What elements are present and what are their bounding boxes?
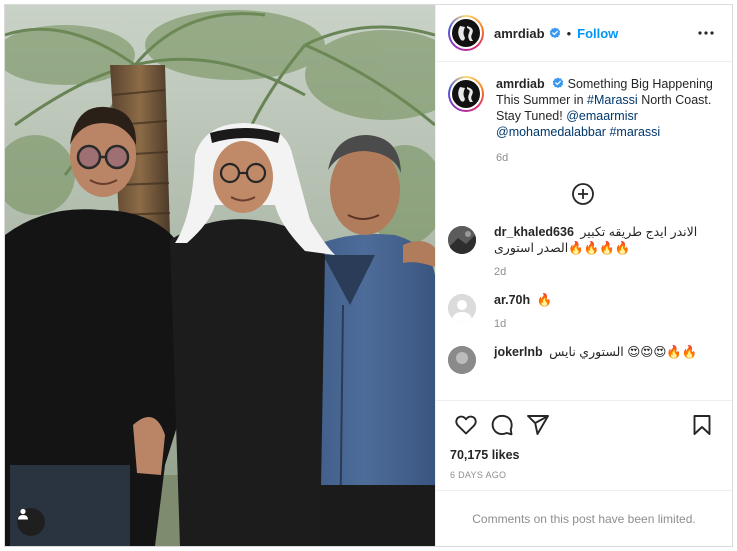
follow-button[interactable]: Follow [577, 26, 618, 41]
photo-illustration [5, 5, 435, 546]
heart-icon [455, 415, 477, 434]
more-options-button[interactable] [694, 21, 718, 45]
instagram-post-modal: amrdiab • Follow amrdiab Something Big H… [4, 4, 733, 547]
default-avatar-icon [448, 294, 476, 322]
comments-limited-notice: Comments on this post have been limited. [436, 490, 732, 546]
share-icon [527, 414, 549, 435]
scroll-fade [436, 390, 732, 400]
comment-age[interactable]: 1d [494, 318, 552, 330]
comment-button[interactable] [484, 407, 520, 443]
caption-username[interactable]: amrdiab [496, 77, 545, 91]
caption-age[interactable]: 6d [496, 150, 718, 166]
save-button[interactable] [684, 407, 720, 443]
separator-dot: • [566, 25, 572, 41]
author-logo-icon [458, 87, 473, 102]
post-photo[interactable] [5, 5, 435, 546]
commenter-username[interactable]: ar.70h [494, 293, 530, 307]
share-button[interactable] [520, 407, 556, 443]
commenter-avatar[interactable] [448, 346, 476, 374]
plus-circle-icon [572, 183, 594, 205]
post-header: amrdiab • Follow [436, 5, 732, 62]
post-time[interactable]: 6 DAYS AGO [436, 468, 732, 490]
author-avatar[interactable] [448, 15, 484, 51]
verified-badge-icon [552, 77, 564, 89]
hashtag-link[interactable]: #marassi [609, 125, 660, 139]
comment-text: 🔥 [536, 293, 553, 307]
load-more-comments [448, 182, 718, 206]
comments-section[interactable]: amrdiab Something Big Happening This Sum… [436, 62, 732, 400]
hashtag-link[interactable]: #Marassi [587, 93, 638, 107]
likes-count[interactable]: 70,175 likes [436, 448, 732, 468]
caption-body: amrdiab Something Big Happening This Sum… [496, 76, 718, 166]
user-tag-icon [18, 508, 28, 520]
comment-item: jokerlnb الستوري نايس 😍😍😍🔥🔥 [448, 344, 718, 374]
user-tag-button[interactable] [17, 508, 45, 536]
author-logo-icon [458, 26, 473, 41]
author-username[interactable]: amrdiab [494, 26, 545, 41]
mention-link[interactable]: @emaarmisr [566, 109, 638, 123]
commenter-avatar[interactable] [448, 226, 476, 254]
commenter-username[interactable]: jokerlnb [494, 345, 543, 359]
commenter-photo [448, 346, 476, 374]
comment-item: ar.70h 🔥 1d [448, 292, 718, 330]
bookmark-icon [693, 414, 711, 435]
comment-text: الستوري نايس 😍😍😍🔥🔥 [549, 345, 698, 359]
commenter-avatar[interactable] [448, 294, 476, 322]
action-bar [436, 400, 732, 448]
more-options-icon [698, 31, 714, 35]
comment-item: dr_khaled636 الاندر ايدج طريقه تكبير الص… [448, 224, 718, 278]
comment-icon [491, 414, 513, 435]
commenter-photo [448, 226, 476, 254]
commenter-username[interactable]: dr_khaled636 [494, 225, 574, 239]
post-details-panel: amrdiab • Follow amrdiab Something Big H… [435, 5, 732, 546]
caption-author-avatar[interactable] [448, 76, 484, 112]
load-more-button[interactable] [571, 182, 595, 206]
post-caption: amrdiab Something Big Happening This Sum… [448, 76, 718, 166]
like-button[interactable] [448, 407, 484, 443]
verified-badge-icon [549, 27, 560, 39]
comment-age[interactable]: 2d [494, 266, 718, 278]
mention-link[interactable]: @mohamedalabbar [496, 125, 606, 139]
